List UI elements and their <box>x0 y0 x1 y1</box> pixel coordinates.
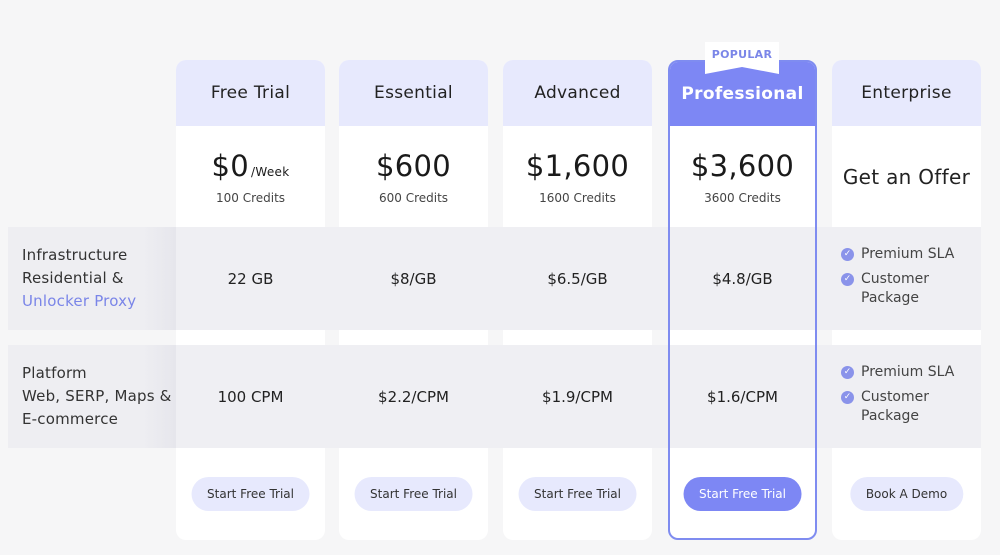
plan-period: /Week <box>251 164 290 179</box>
get-offer-text: Get an Offer <box>842 164 971 189</box>
start-free-trial-button[interactable]: Start Free Trial <box>191 477 310 511</box>
plan-price: $600 <box>375 148 451 183</box>
feature-item: ✓ Customer Package <box>841 270 941 308</box>
feature-label: Customer Package <box>861 389 930 424</box>
plan-card-enterprise: Enterprise Get an Offer ✓ Premium SLA ✓ … <box>832 60 981 540</box>
plan-name: Free Trial <box>176 60 325 126</box>
start-free-trial-button[interactable]: Start Free Trial <box>354 477 473 511</box>
platform-features: ✓ Premium SLA ✓ Customer Package <box>832 345 981 448</box>
infra-price: 22 GB <box>176 227 325 330</box>
plan-credits: 1600 Credits <box>539 190 616 205</box>
plan-card-advanced: Advanced $1,600 1600 Credits $6.5/GB $1.… <box>503 60 652 540</box>
check-circle-icon: ✓ <box>841 391 854 404</box>
plan-price-block: $0/Week 100 Credits <box>176 126 325 227</box>
plan-name: Professional <box>670 62 815 126</box>
plan-name: Essential <box>339 60 488 126</box>
plan-price-block: $3,600 3600 Credits <box>670 126 815 227</box>
row-label-line: Web, SERP, Maps & <box>22 387 172 405</box>
plan-price-block: $600 600 Credits <box>339 126 488 227</box>
feature-label: Customer Package <box>861 271 930 306</box>
plan-card-essential: Essential $600 600 Credits $8/GB $2.2/CP… <box>339 60 488 540</box>
plan-credits: 100 Credits <box>215 190 286 205</box>
plan-card-professional: Professional $3,600 3600 Credits $4.8/GB… <box>668 60 817 540</box>
plan-price: $3,600 <box>690 148 795 183</box>
check-circle-icon: ✓ <box>841 366 854 379</box>
platform-price: $2.2/CPM <box>339 345 488 448</box>
feature-label: Premium SLA <box>861 364 955 380</box>
row-label-line: Infrastructure <box>22 246 128 264</box>
feature-label: Premium SLA <box>861 246 955 262</box>
start-free-trial-button[interactable]: Start Free Trial <box>683 477 802 511</box>
plan-name: Enterprise <box>832 60 981 126</box>
plan-price: $0/Week <box>211 148 290 183</box>
feature-item: ✓ Premium SLA <box>841 245 954 264</box>
start-free-trial-button[interactable]: Start Free Trial <box>518 477 637 511</box>
plan-price: $1,600 <box>525 148 630 183</box>
row-label-infrastructure: Infrastructure Residential & Unlocker Pr… <box>8 227 176 330</box>
unlocker-proxy-link[interactable]: Unlocker Proxy <box>22 290 176 313</box>
plan-price-block: $1,600 1600 Credits <box>503 126 652 227</box>
feature-item: ✓ Premium SLA <box>841 363 954 382</box>
check-circle-icon: ✓ <box>841 248 854 261</box>
plan-price-block: Get an Offer <box>832 126 981 227</box>
infra-price: $4.8/GB <box>670 227 815 330</box>
platform-price: $1.9/CPM <box>503 345 652 448</box>
plan-name: Advanced <box>503 60 652 126</box>
infra-features: ✓ Premium SLA ✓ Customer Package <box>832 227 981 330</box>
row-label-line: Residential & <box>22 269 124 287</box>
row-label-line: Platform <box>22 364 87 382</box>
infra-price: $6.5/GB <box>503 227 652 330</box>
plan-card-free-trial: Free Trial $0/Week 100 Credits 22 GB 100… <box>176 60 325 540</box>
platform-price: $1.6/CPM <box>670 345 815 448</box>
platform-price: 100 CPM <box>176 345 325 448</box>
infra-price: $8/GB <box>339 227 488 330</box>
plan-credits: 600 Credits <box>378 190 449 205</box>
feature-item: ✓ Customer Package <box>841 388 941 426</box>
plan-credits: 3600 Credits <box>704 190 781 205</box>
check-circle-icon: ✓ <box>841 273 854 286</box>
row-label-line: E-commerce <box>22 410 119 428</box>
book-a-demo-button[interactable]: Book A Demo <box>849 477 964 511</box>
row-label-platform: Platform Web, SERP, Maps & E-commerce <box>8 345 176 448</box>
